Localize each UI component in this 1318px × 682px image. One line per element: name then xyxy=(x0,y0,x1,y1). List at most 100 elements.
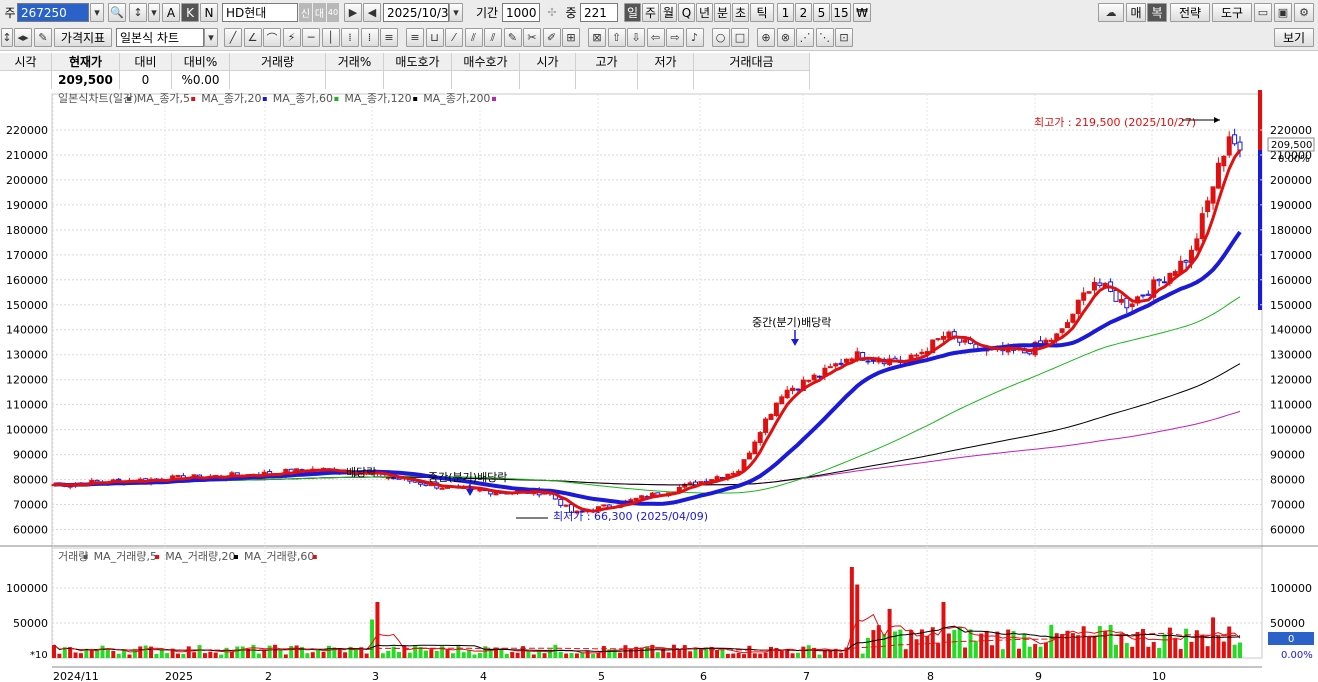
pen-icon[interactable]: ✎ xyxy=(503,28,522,47)
candle-body xyxy=(935,338,941,341)
horizontal-line-icon[interactable]: ─ xyxy=(302,28,320,47)
volume-bar xyxy=(407,652,412,658)
period-day-button[interactable]: 일 xyxy=(624,3,641,22)
interval-2-button[interactable]: 2 xyxy=(795,3,812,22)
n-button[interactable]: N xyxy=(200,3,218,22)
chart-type-dropdown-icon[interactable]: ▾ xyxy=(204,28,218,47)
search-icon[interactable]: 🔍 xyxy=(108,3,126,22)
tools-button[interactable]: 도구 xyxy=(1212,3,1252,22)
trendline-icon[interactable]: ╱ xyxy=(224,28,242,47)
sort-dropdown-icon[interactable]: ▾ xyxy=(148,3,160,22)
price-indicator-button[interactable]: 가격지표 xyxy=(54,28,112,47)
fork-icon[interactable]: ⚡ xyxy=(282,28,301,47)
delete-icon[interactable]: ⊠ xyxy=(588,28,606,47)
up-down-arrow-icon[interactable]: ↕ xyxy=(1,28,13,47)
interval-15-button[interactable]: 15 xyxy=(831,3,851,22)
note-icon[interactable]: ✐ xyxy=(542,28,561,47)
period-quarter-button[interactable]: Q xyxy=(678,3,695,22)
view-button[interactable]: 보기 xyxy=(1274,28,1314,47)
price-chart[interactable]: 220000 220000210000 210000200000 2000001900… xyxy=(0,90,1318,682)
channel-icon[interactable]: ≡ xyxy=(406,28,424,47)
date-input[interactable]: 2025/10/30 xyxy=(383,3,456,22)
candle-body xyxy=(175,474,181,477)
buy-button[interactable]: 매 xyxy=(1126,3,1146,22)
fibo-2-icon[interactable]: ⁞ xyxy=(360,28,379,47)
a-button[interactable]: A xyxy=(162,3,180,22)
fibo-1-icon[interactable]: ⁞ xyxy=(341,28,359,47)
up-arrow-icon[interactable]: ⇧ xyxy=(607,28,626,47)
pattern-2-icon[interactable]: ⋱ xyxy=(815,28,834,47)
save-icon[interactable]: ▣ xyxy=(1274,3,1292,22)
price-tick-right: 220000 xyxy=(1270,124,1312,137)
grid-icon[interactable]: ≡ xyxy=(380,28,398,47)
pattern-1-icon[interactable]: ⋰ xyxy=(796,28,814,47)
compound-button[interactable]: 복 xyxy=(1147,3,1167,22)
calendar-dropdown-icon[interactable]: ▾ xyxy=(449,3,463,22)
count-input[interactable]: 221 xyxy=(580,3,618,22)
volume-bar xyxy=(768,646,773,658)
stock-name-field[interactable]: HD현대 xyxy=(222,3,298,22)
stock-code-input[interactable]: 267250 xyxy=(17,3,89,22)
interval-5-button[interactable]: 5 xyxy=(813,3,830,22)
left-right-arrow-icon[interactable]: ◂▸ xyxy=(14,28,32,47)
sort-icon[interactable]: ↕ xyxy=(129,3,147,22)
volume-bar xyxy=(192,652,197,658)
period-second-button[interactable]: 초 xyxy=(732,3,749,22)
interim-dividend-annotation: 중간(분기)배당락 xyxy=(428,471,507,484)
period-year-button[interactable]: 년 xyxy=(696,3,713,22)
volume-bar xyxy=(725,653,730,658)
image-icon[interactable]: ⊡ xyxy=(835,28,853,47)
memo-icon[interactable]: ♪ xyxy=(685,28,704,47)
volume-bar xyxy=(715,649,720,658)
right-arrow-icon[interactable]: ⇨ xyxy=(666,28,684,47)
eraser-icon[interactable]: ✂ xyxy=(523,28,541,47)
interval-1-button[interactable]: 1 xyxy=(777,3,794,22)
period-month-button[interactable]: 월 xyxy=(660,3,677,22)
chart-type-select[interactable]: 일본식 차트 xyxy=(116,28,204,47)
vertical-line-icon[interactable]: │ xyxy=(321,28,340,47)
volume-bar xyxy=(213,652,218,658)
parallel-icon[interactable]: ⫽ xyxy=(464,28,483,47)
quote-value-0 xyxy=(0,71,52,89)
candle-body xyxy=(946,331,952,339)
volume-bar xyxy=(240,646,245,658)
zoom-in-icon[interactable]: ⊕ xyxy=(757,28,775,47)
next-arrow-icon[interactable]: ▶ xyxy=(344,3,362,22)
volume-bar xyxy=(1027,646,1032,658)
down-arrow-icon[interactable]: ⇩ xyxy=(627,28,645,47)
currency-button[interactable]: ₩ xyxy=(853,3,871,22)
left-arrow-icon[interactable]: ⇦ xyxy=(646,28,665,47)
prev-arrow-icon[interactable]: ◀ xyxy=(363,3,381,22)
legend-swatch-price_panel-5 xyxy=(492,97,496,101)
main-toolbar: 주 267250 ▾ 🔍 ↕ ▾ A K N HD현대 신 대 40 ▶ ◀ 2… xyxy=(0,0,1318,26)
volume-legend: 거래량 MA_거래량,5 MA_거래량,20 MA_거래량,60 xyxy=(58,550,317,563)
period-week-button[interactable]: 주 xyxy=(642,3,659,22)
volume-bar xyxy=(564,653,569,658)
period-minute-button[interactable]: 분 xyxy=(714,3,731,22)
rectangle-icon[interactable]: □ xyxy=(731,28,749,47)
quote-value-5 xyxy=(326,71,384,89)
zoom-out-icon[interactable]: ⊗ xyxy=(776,28,795,47)
cycle-icon[interactable]: ⊔ xyxy=(425,28,444,47)
price-tick-left: 110000 xyxy=(6,399,48,412)
period-input[interactable]: 1000 xyxy=(502,3,540,22)
table-icon[interactable]: ⊞ xyxy=(562,28,580,47)
cloud-icon[interactable]: ☁ xyxy=(1098,3,1124,22)
legend-price_panel-4: MA_종가,120 xyxy=(344,92,411,105)
circle-icon[interactable]: ○ xyxy=(711,28,730,47)
k-button[interactable]: K xyxy=(181,3,199,22)
code-dropdown-icon[interactable]: ▾ xyxy=(90,3,104,22)
folder-icon[interactable]: ▭ xyxy=(1254,3,1272,22)
strategy-button[interactable]: 전략 xyxy=(1170,3,1210,22)
arc-icon[interactable]: ⌒ xyxy=(263,28,281,47)
candle-body xyxy=(773,402,779,417)
edit-icon[interactable]: ✎ xyxy=(34,28,52,47)
period-tick-button[interactable]: 틱 xyxy=(750,3,774,22)
crosshair-icon[interactable]: ✣ xyxy=(543,3,561,22)
angle-line-icon[interactable]: ∠ xyxy=(243,28,262,47)
volume-bar xyxy=(801,646,806,658)
candle-body xyxy=(795,388,801,391)
speed-line-icon[interactable]: ⁄ xyxy=(445,28,463,47)
parallel-2-icon[interactable]: ⫽ xyxy=(484,28,502,47)
gear-icon[interactable]: ⚙ xyxy=(1294,3,1314,22)
